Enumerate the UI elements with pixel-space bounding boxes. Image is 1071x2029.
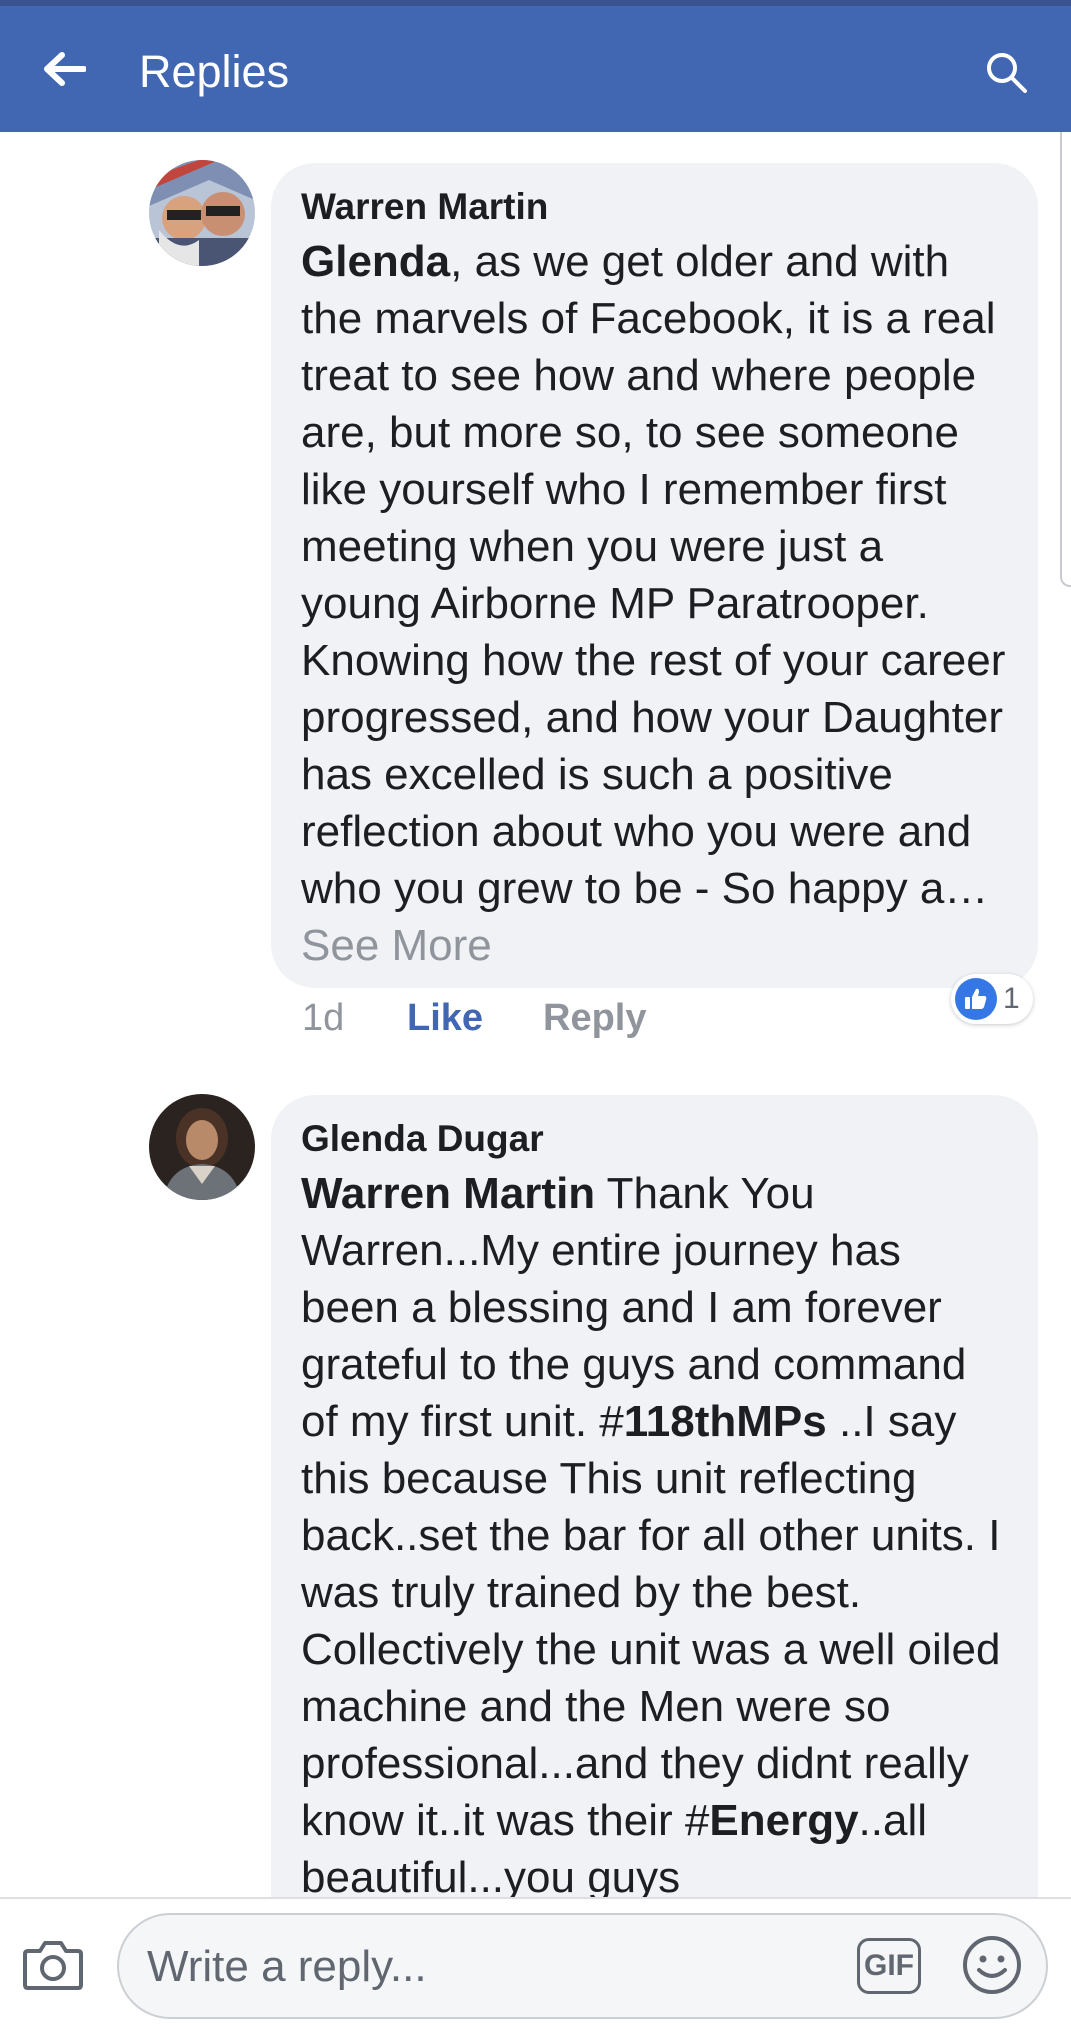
emoji-button[interactable] xyxy=(961,1934,1023,1996)
reply-input[interactable]: Write a reply... GIF xyxy=(117,1913,1048,2019)
avatar[interactable] xyxy=(149,160,255,266)
comment-timestamp: 1d xyxy=(302,997,345,1039)
scrollbar[interactable] xyxy=(1060,132,1071,587)
search-icon xyxy=(987,53,1027,93)
like-button[interactable]: Like xyxy=(407,993,483,1043)
comment-bubble: Glenda Dugar Warren Martin Thank You War… xyxy=(271,1095,1038,1955)
gif-icon: GIF xyxy=(857,1938,921,1994)
hashtag-link[interactable]: Energy xyxy=(709,1796,858,1845)
gif-button[interactable]: GIF xyxy=(857,1938,921,1994)
reply-composer: Write a reply... GIF xyxy=(0,1897,1071,2029)
reply-placeholder[interactable]: Write a reply... xyxy=(147,1940,427,1994)
smiley-icon xyxy=(963,1936,1021,1994)
see-more-link[interactable]: See More xyxy=(301,921,492,970)
avatar[interactable] xyxy=(149,1094,255,1200)
comment-bubble: Warren Martin Glenda, as we get older an… xyxy=(271,163,1038,988)
page-title: Replies xyxy=(139,46,290,97)
comment-author[interactable]: Warren Martin xyxy=(301,185,1008,229)
mention-link[interactable]: Glenda xyxy=(301,237,450,286)
hashtag-link[interactable]: 118thMPs xyxy=(624,1397,827,1446)
comment-body: , as we get older and with the marvels o… xyxy=(301,237,1006,913)
camera-icon xyxy=(23,1941,83,1990)
comment-text: Glenda, as we get older and with the mar… xyxy=(301,233,1008,974)
back-button[interactable] xyxy=(28,36,100,102)
comment-text: Warren Martin Thank You Warren...My enti… xyxy=(301,1165,1008,1906)
mention-link[interactable]: Warren Martin xyxy=(301,1169,595,1218)
reaction-count: 1 xyxy=(1003,982,1020,1015)
reaction-badge[interactable]: 1 xyxy=(951,974,1033,1024)
arrow-left-icon xyxy=(44,52,86,86)
app-header: Replies xyxy=(0,6,1071,132)
camera-button[interactable] xyxy=(20,1935,86,1995)
reply-button[interactable]: Reply xyxy=(543,993,646,1043)
comment-body-part-2: ..I say this because This unit reflectin… xyxy=(301,1397,1001,1845)
comment-author[interactable]: Glenda Dugar xyxy=(301,1117,1008,1161)
search-button[interactable] xyxy=(976,42,1036,102)
thumbs-up-icon xyxy=(955,978,997,1020)
